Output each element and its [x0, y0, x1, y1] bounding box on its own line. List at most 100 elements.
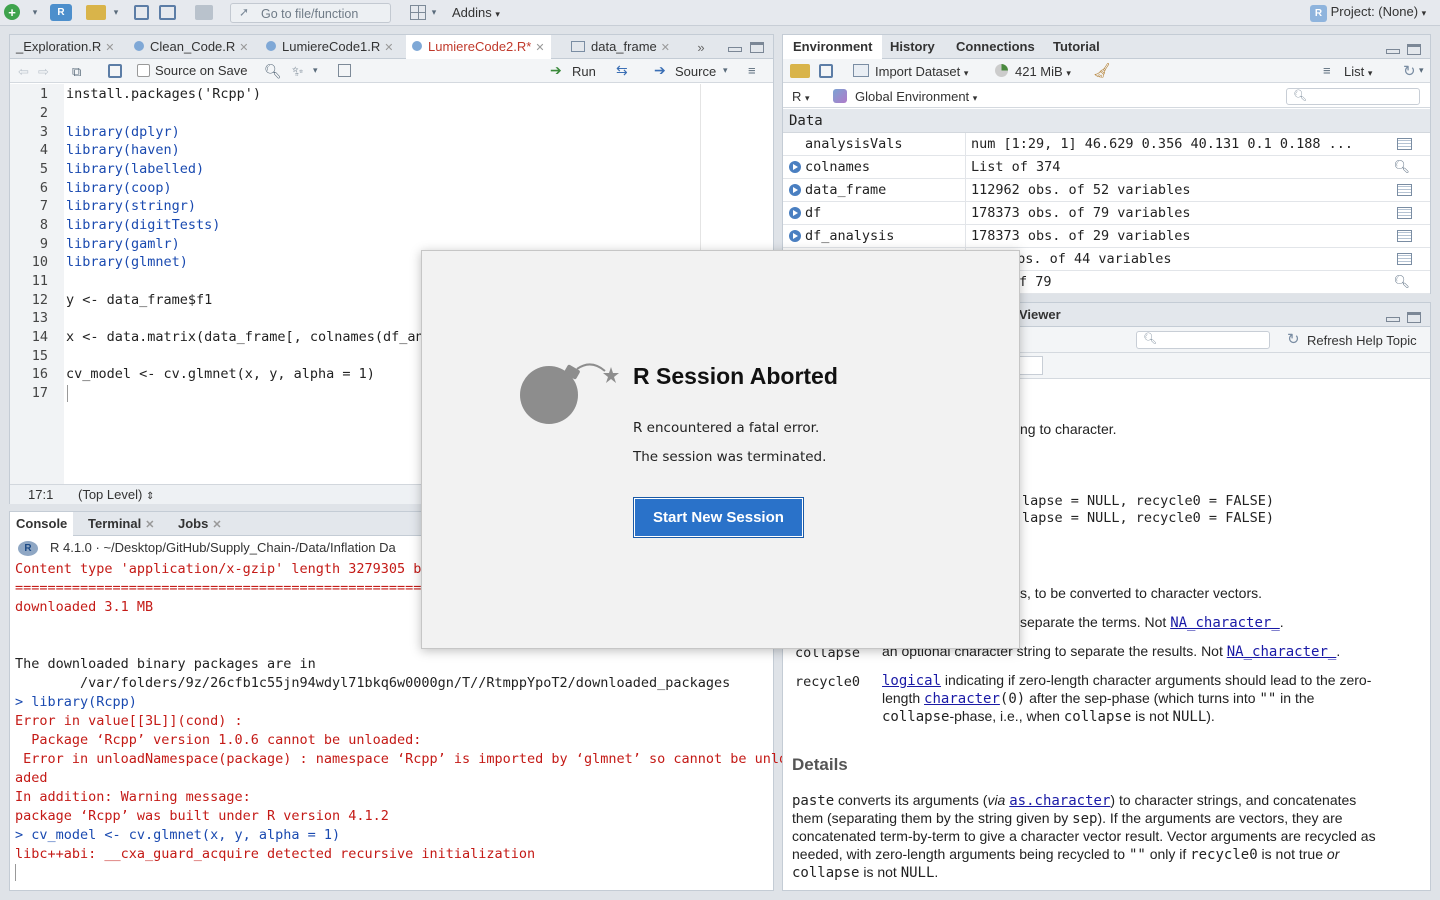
- refresh-help-button[interactable]: Refresh Help Topic: [1307, 333, 1417, 348]
- memory-usage[interactable]: 421 MiB ▾: [1015, 64, 1071, 79]
- pane-layout-icon[interactable]: [410, 5, 426, 20]
- minimize-pane-icon[interactable]: [1386, 317, 1400, 322]
- memory-pie-icon[interactable]: [995, 64, 1008, 77]
- menu-lines-icon[interactable]: ≡: [748, 63, 756, 78]
- close-icon[interactable]: ✕: [384, 42, 393, 54]
- tab-exploration[interactable]: _Exploration.R ✕: [10, 35, 121, 59]
- tab-data-frame[interactable]: data_frame ✕: [565, 35, 676, 59]
- maximize-pane-icon[interactable]: [1407, 312, 1421, 323]
- chevron-down-icon[interactable]: ▾: [1419, 65, 1424, 76]
- print-icon[interactable]: [195, 5, 213, 20]
- source-arrow-icon[interactable]: ➔: [654, 62, 666, 79]
- save-icon[interactable]: [819, 64, 833, 78]
- na-character-link[interactable]: NA_character_: [1227, 644, 1337, 660]
- expand-icon[interactable]: [789, 230, 801, 242]
- forward-arrow-icon[interactable]: ⇨: [38, 64, 49, 80]
- maximize-pane-icon[interactable]: [750, 42, 764, 53]
- tab-jobs[interactable]: Jobs ✕: [172, 512, 228, 536]
- tab-console[interactable]: Console: [10, 512, 74, 537]
- back-arrow-icon[interactable]: ⇦: [18, 64, 29, 80]
- load-workspace-icon[interactable]: [790, 64, 810, 78]
- list-view-icon[interactable]: ≡: [1323, 63, 1331, 78]
- search-icon[interactable]: 🔍︎: [1393, 274, 1410, 290]
- maximize-pane-icon[interactable]: [1407, 44, 1421, 55]
- run-button[interactable]: Run: [572, 64, 596, 79]
- save-icon[interactable]: [108, 64, 122, 78]
- minimize-pane-icon[interactable]: [728, 47, 742, 52]
- project-menu[interactable]: R Project: (None) ▾: [1310, 4, 1426, 22]
- line-number: 9: [39, 236, 48, 252]
- view-table-icon[interactable]: [1397, 207, 1412, 219]
- help-search-input[interactable]: 🔍︎: [1136, 331, 1270, 349]
- start-new-session-button[interactable]: Start New Session: [633, 497, 804, 538]
- save-all-icon[interactable]: [159, 5, 176, 20]
- save-icon[interactable]: [134, 5, 149, 20]
- chevron-down-icon[interactable]: ▾: [313, 65, 318, 76]
- expand-icon[interactable]: [789, 207, 801, 219]
- broom-icon[interactable]: 🧹︎: [1093, 62, 1111, 79]
- env-row[interactable]: analysisVals num [1:29, 1] 46.629 0.356 …: [783, 133, 1430, 156]
- tab-terminal[interactable]: Terminal ✕: [82, 512, 160, 536]
- chevron-down-icon[interactable]: ▾: [723, 65, 728, 76]
- run-arrow-icon[interactable]: ➔: [550, 62, 562, 79]
- rerun-icon[interactable]: ⇆: [616, 62, 628, 79]
- refresh-icon[interactable]: ↻: [1287, 330, 1300, 348]
- expand-icon[interactable]: [789, 184, 801, 196]
- scope-selector[interactable]: (Top Level) ⇕: [78, 487, 154, 502]
- close-icon[interactable]: ✕: [145, 519, 154, 531]
- source-on-save-checkbox[interactable]: [137, 64, 150, 77]
- refresh-icon[interactable]: ↻: [1403, 62, 1416, 80]
- character-link[interactable]: character: [924, 691, 1000, 707]
- outline-icon[interactable]: [338, 64, 351, 77]
- search-icon[interactable]: 🔍︎: [1393, 159, 1410, 175]
- close-icon[interactable]: ✕: [535, 42, 544, 54]
- import-dataset-icon[interactable]: [853, 64, 869, 77]
- new-project-icon[interactable]: R: [50, 4, 72, 21]
- minimize-pane-icon[interactable]: [1386, 49, 1400, 54]
- tab-lumierecode2[interactable]: LumiereCode2.R* ✕: [406, 35, 551, 60]
- view-table-icon[interactable]: [1397, 184, 1412, 196]
- tab-lumierecode1[interactable]: LumiereCode1.R ✕: [260, 35, 400, 59]
- tab-connections[interactable]: Connections: [950, 35, 1041, 59]
- environment-search-input[interactable]: 🔍︎: [1286, 88, 1420, 105]
- magic-wand-icon[interactable]: ✨︎: [292, 63, 304, 80]
- source-button[interactable]: Source: [675, 64, 716, 79]
- view-table-icon[interactable]: [1397, 138, 1412, 150]
- addins-menu[interactable]: Addins ▾: [452, 5, 500, 20]
- view-table-icon[interactable]: [1397, 253, 1412, 265]
- close-icon[interactable]: ✕: [661, 42, 670, 54]
- new-file-icon[interactable]: +: [4, 4, 20, 20]
- language-selector[interactable]: R ▾: [792, 89, 810, 104]
- goto-file-input[interactable]: ➚ Go to file/function: [230, 3, 391, 23]
- close-icon[interactable]: ✕: [212, 519, 221, 531]
- search-icon[interactable]: 🔍︎: [264, 63, 282, 80]
- tab-history[interactable]: History: [884, 35, 941, 59]
- as-character-link[interactable]: as.character: [1009, 793, 1110, 809]
- open-file-icon[interactable]: [86, 5, 106, 20]
- logical-link[interactable]: logical: [882, 673, 941, 689]
- close-icon[interactable]: ✕: [105, 42, 114, 54]
- dropdown-caret-icon[interactable]: ▾: [110, 5, 122, 19]
- console-cursor[interactable]: [15, 864, 16, 881]
- tab-environment[interactable]: Environment: [783, 35, 883, 60]
- show-in-window-icon[interactable]: ⧉: [72, 64, 81, 80]
- view-table-icon[interactable]: [1397, 230, 1412, 242]
- more-tabs-icon[interactable]: »: [686, 39, 716, 55]
- env-row[interactable]: data_frame 112962 obs. of 52 variables: [783, 179, 1430, 202]
- tab-viewer[interactable]: Viewer: [1013, 303, 1067, 327]
- r-file-icon: [134, 41, 144, 51]
- na-character-link[interactable]: NA_character_: [1170, 615, 1280, 631]
- env-row[interactable]: df_analysis 178373 obs. of 29 variables: [783, 225, 1430, 248]
- env-value: 178373 obs. of 29 variables: [971, 228, 1191, 244]
- tab-tutorial[interactable]: Tutorial: [1047, 35, 1106, 59]
- dropdown-caret-icon[interactable]: ▾: [429, 5, 439, 19]
- list-view-button[interactable]: List ▾: [1344, 64, 1372, 79]
- expand-icon[interactable]: [789, 161, 801, 173]
- env-row[interactable]: colnames List of 374 🔍︎: [783, 156, 1430, 179]
- import-dataset-button[interactable]: Import Dataset ▾: [875, 64, 968, 79]
- environment-selector[interactable]: Global Environment ▾: [855, 89, 977, 104]
- dropdown-caret-icon[interactable]: ▾: [29, 5, 41, 19]
- env-row[interactable]: df 178373 obs. of 79 variables: [783, 202, 1430, 225]
- close-icon[interactable]: ✕: [239, 42, 248, 54]
- tab-clean-code[interactable]: Clean_Code.R ✕: [128, 35, 255, 59]
